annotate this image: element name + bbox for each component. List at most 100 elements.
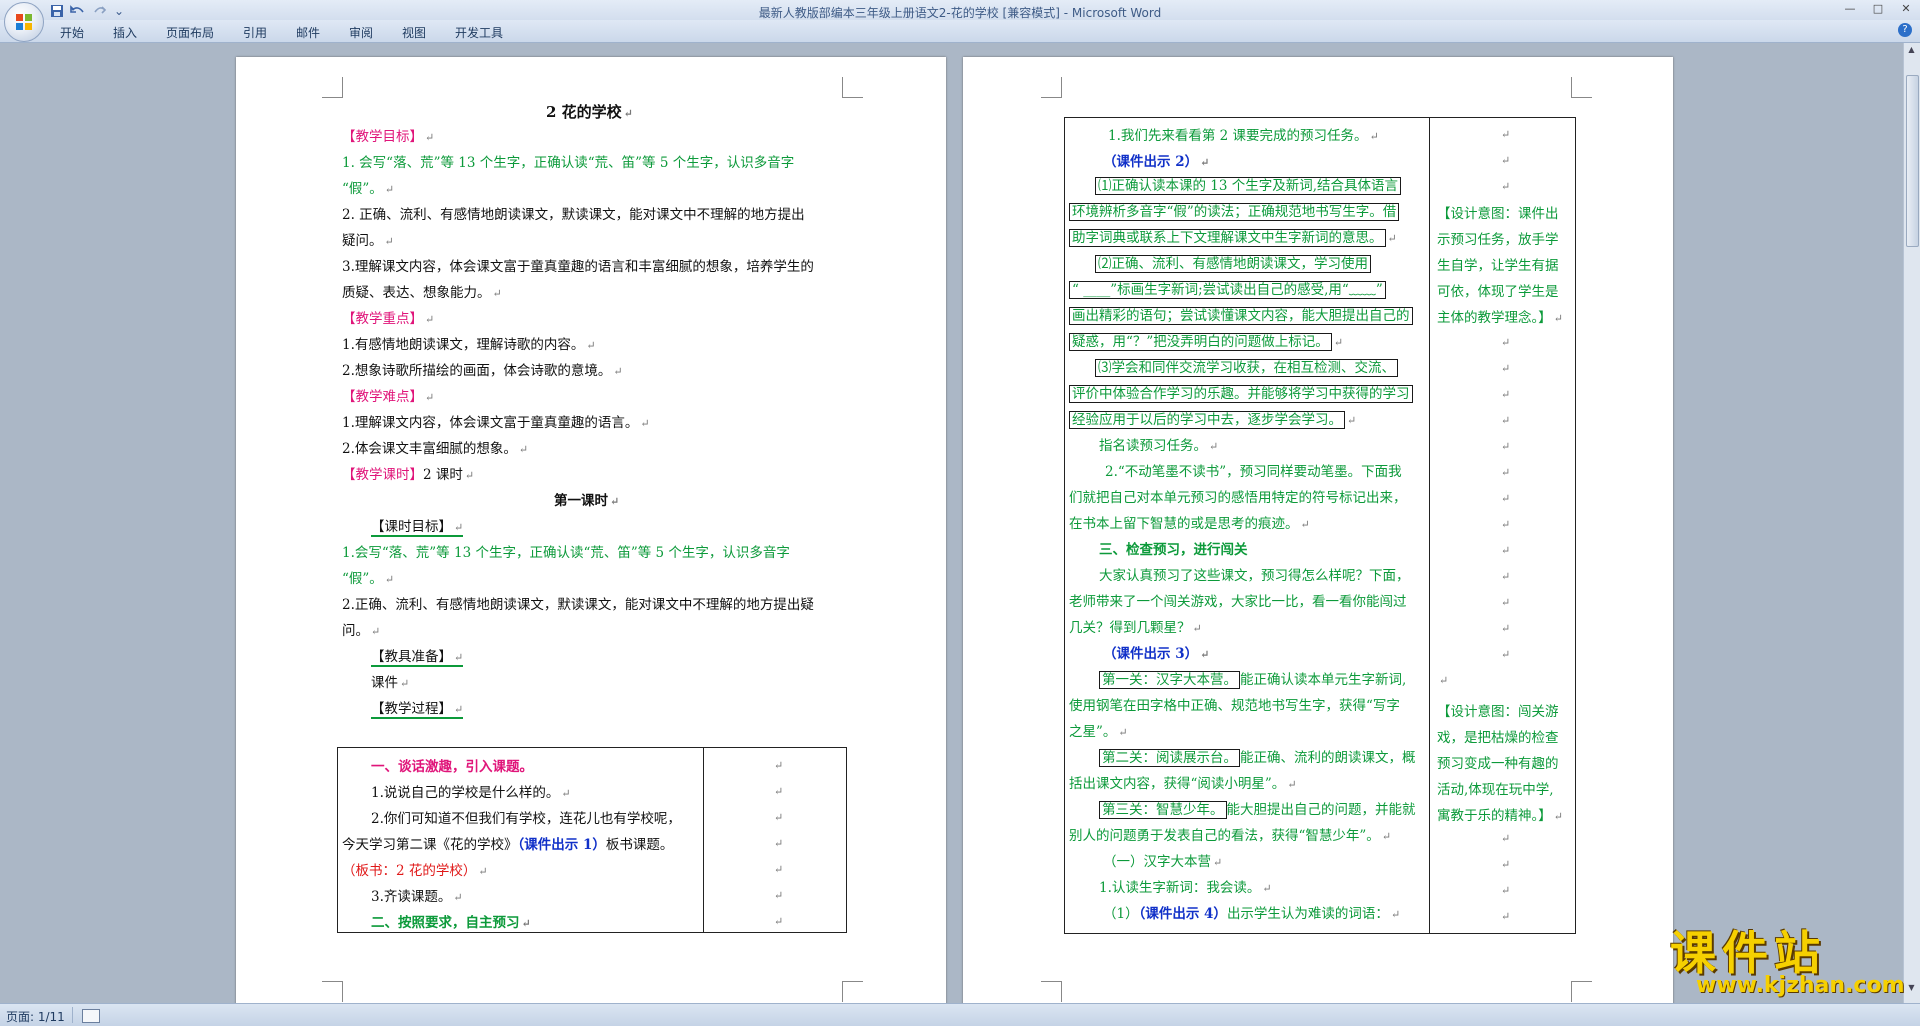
status-divider [72,1007,73,1023]
design-note-1-line: 【设计意图：课件出 [1437,206,1559,222]
design-note-1-line: 示预习任务，放手学 [1437,232,1559,248]
design-note-1-line: 主体的教学理念。】 ↵ [1437,310,1563,326]
tab-mailings[interactable]: 邮件 [296,24,320,41]
design-note-2-line: 【设计意图：闯关游 [1437,704,1559,720]
app-name: Microsoft Word [1071,6,1162,20]
margin-corner [1041,77,1062,98]
minimize-button[interactable]: — [1836,0,1864,18]
status-bar: 页面: 1/11 [0,1003,1920,1026]
lesson-goal-2: 2.正确、流利、有感情地朗读课文，默读课文，能对课文中不理解的地方提出疑 [342,597,814,613]
page-title: 2 花的学校 ↵ [546,103,633,121]
table-cell-mark: ↵ [1501,414,1511,427]
tab-home[interactable]: 开始 [60,24,84,41]
goal-3: 3.理解课文内容，体会课文富于童真童趣的语言和丰富细腻的想象，培养学生的 [342,259,814,275]
document-page-right[interactable]: 1.我们先来看看第 2 课要完成的预习任务。 ↵ （课件出示 2） ↵ ⑴正确认读本… [963,57,1673,1003]
r-line-21: （课件出示 3） ↵ [1103,646,1210,662]
table-cell-mark: ↵ [1501,362,1511,375]
office-button[interactable] [4,2,44,42]
margin-corner [1571,981,1592,1002]
table-cell-mark: ↵ [1501,128,1511,141]
table-cell-mark: ↵ [774,915,784,928]
ribbon-tabs: 开始 插入 页面布局 引用 邮件 审阅 视图 开发工具 ? [0,20,1920,43]
tab-review[interactable]: 审阅 [349,24,373,41]
document-workspace[interactable]: 2 花的学校 ↵ 【教学目标】 ↵ 1. 会写“落、荒”等 13 个生字，正确认读“… [0,43,1920,1003]
maximize-button[interactable]: □ [1864,0,1892,18]
r-line-2: （课件出示 2） ↵ [1103,154,1210,170]
table-cell-mark: ↵ [1501,622,1511,635]
tab-view[interactable]: 视图 [402,24,426,41]
r-line-31: （1）（课件出示 4）出示学生认为难读的词语： ↵ [1103,906,1401,922]
margin-corner [1041,981,1062,1002]
key-2: 2.想象诗歌所描绘的画面，体会诗歌的意境。 ↵ [342,363,623,379]
r-line-7: “ ____”标画生字新词;尝试读出自己的感受,用“﹏﹏” [1069,278,1386,299]
proofing-icon[interactable] [82,1009,100,1023]
tab-insert[interactable]: 插入 [113,24,137,41]
document-page-left[interactable]: 2 花的学校 ↵ 【教学目标】 ↵ 1. 会写“落、荒”等 13 个生字，正确认读“… [236,57,946,1003]
goal-3-cont: 质疑、表达、想象能力。 ↵ [342,285,502,301]
r-line-29: （一）汉字大本营 ↵ [1103,854,1223,870]
page-count[interactable]: 页面: 1/11 [6,1008,65,1025]
prep-heading: 【教具准备】 ↵ [371,645,464,667]
r-line-28: 别人的问题勇于发表自己的看法，获得“智慧少年”。 ↵ [1069,828,1392,844]
tab-references[interactable]: 引用 [243,24,267,41]
r-line-22: 第一关：汉字大本营。 能正确认读本单元生字新词, [1099,668,1406,689]
r-line-27: 第三关：智慧少年。 能大胆提出自己的问题，并能就 [1099,798,1416,819]
margin-corner [1571,77,1592,98]
lesson-goal-1-cont: “假”。 ↵ [342,571,395,587]
margin-corner [322,981,343,1002]
lesson-goal-2-cont: 问。 ↵ [342,623,381,639]
tab-page-layout[interactable]: 页面布局 [166,24,214,41]
table-row-3: 2.你们可知道不但我们有学校，连花儿也有学校呢， [371,811,681,827]
margin-corner [842,981,863,1002]
table-row-3-cont: 今天学习第二课《花的学校》（课件出示 1）板书课题。 [342,837,674,853]
table-cell-mark: ↵ [1501,336,1511,349]
table-cell-mark: ↵ [1501,858,1511,871]
table-cell-mark: ↵ [1501,388,1511,401]
lesson-title: 第一课时 ↵ [554,493,620,509]
r-line-4: 环境辨析多音字“假”的读法；正确规范地书写生字。借 [1069,200,1400,221]
hours-line: 【教学课时】2 课时 ↵ [342,467,475,483]
r-line-26: 括出课文内容，获得“阅读小明星”。 ↵ [1069,776,1297,792]
design-note-1-line: 生自学，让学生有据 [1437,258,1559,274]
table-cell-mark: ↵ [1501,492,1511,505]
scroll-up-icon[interactable]: ▲ [1906,45,1917,57]
difficulty-1: 1.理解课文内容，体会课文富于童真童趣的语言。 ↵ [342,415,650,431]
table-cell-mark: ↵ [1439,674,1449,687]
key-1: 1.有感情地朗读课文，理解诗歌的内容。 ↵ [342,337,596,353]
table-cell-mark: ↵ [1501,466,1511,479]
r-line-13: 指名读预习任务。 ↵ [1099,438,1219,454]
r-line-18: 大家认真预习了这些课文，预习得怎么样呢？下面， [1099,568,1410,584]
r-line-8: 画出精彩的语句；尝试读懂课文内容，能大胆提出自己的 [1069,304,1413,325]
table-row-5: 3.齐读课题。 ↵ [371,889,463,905]
table-cell-mark: ↵ [774,889,784,902]
r-line-12: 经验应用于以后的学习中去，逐步学会学习。 ↵ [1069,408,1356,429]
prep-value: 课件 ↵ [371,675,410,691]
table-cell-mark: ↵ [1501,596,1511,609]
r-line-14: 2.“不动笔墨不读书”，预习同样要动笔墨。下面我 [1105,464,1402,480]
table-cell-mark: ↵ [774,837,784,850]
window-title: 最新人教版部编本三年级上册语文2-花的学校 [兼容模式] - Microsoft… [758,6,1162,20]
table-cell-mark: ↵ [1501,440,1511,453]
table-cell-mark: ↵ [1501,648,1511,661]
help-icon[interactable]: ? [1898,23,1912,37]
table-row-1: 一、谈话激趣，引入课题。 [371,759,533,775]
r-line-6: ⑵正确、流利、有感情地朗读课文，学习使用 [1069,252,1371,273]
table-cell-mark: ↵ [774,759,784,772]
scrollbar-thumb[interactable] [1906,75,1919,247]
watermark-logo: 课件站 www.kjzhan.com [1664,915,1914,1007]
table-cell-mark: ↵ [774,811,784,824]
lesson-goal-heading: 【课时目标】 ↵ [371,515,464,537]
margin-corner [842,77,863,98]
r-line-24: 之星”。 ↵ [1069,724,1128,740]
r-line-5: 助字词典或联系上下文理解课文中生字新词的意思。 ↵ [1069,226,1397,247]
close-button[interactable]: ✕ [1892,0,1920,18]
goal-2: 2. 正确、流利、有感情地朗读课文，默读课文，能对课文中不理解的地方提出 [342,207,805,223]
title-bar: ⌄ 最新人教版部编本三年级上册语文2-花的学校 [兼容模式] - Microso… [0,0,1920,20]
tab-developer[interactable]: 开发工具 [455,24,503,41]
design-note-2-line: 预习变成一种有趣的 [1437,756,1559,772]
vertical-scrollbar[interactable]: ▲ ▼ [1903,43,1920,1003]
table-cell-mark: ↵ [1501,180,1511,193]
table-cell-mark: ↵ [1501,832,1511,845]
table-cell-mark: ↵ [774,863,784,876]
table-cell-mark: ↵ [1501,910,1511,923]
